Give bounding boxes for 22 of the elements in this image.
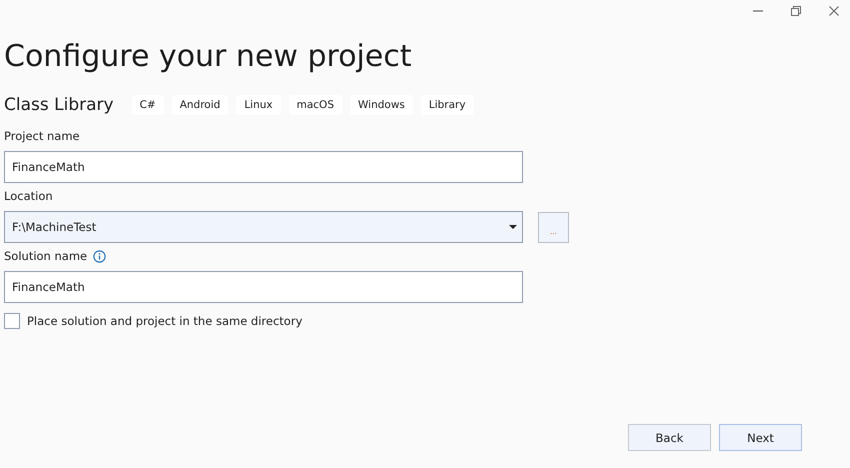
tag: C#	[132, 95, 164, 115]
next-button[interactable]: Next	[719, 424, 802, 451]
tag: Linux	[236, 95, 281, 115]
caret-icon[interactable]	[509, 225, 517, 229]
text-field[interactable]: FinanceMath	[4, 271, 523, 303]
back-button[interactable]: Back	[628, 424, 711, 451]
checkbox-label: Place solution and project in the same directory	[27, 314, 302, 328]
checkbox[interactable]	[4, 313, 20, 329]
text-field[interactable]: FinanceMath	[4, 151, 523, 183]
tag: macOS	[288, 95, 342, 115]
close-icon[interactable]	[828, 5, 840, 17]
field-label: Location	[4, 189, 53, 203]
tag: Library	[420, 95, 474, 115]
location-dropdown[interactable]: F:\MachineTest	[4, 211, 523, 243]
field-label: Project name	[4, 129, 80, 143]
tag: Android	[172, 95, 228, 115]
template-name: Class Library	[4, 95, 114, 115]
tag: Windows	[350, 95, 413, 115]
page-title: Configure your new project	[4, 38, 413, 76]
restore-icon[interactable]	[790, 5, 802, 17]
field-label: Solution name	[4, 249, 88, 263]
info-icon[interactable]	[93, 250, 106, 262]
